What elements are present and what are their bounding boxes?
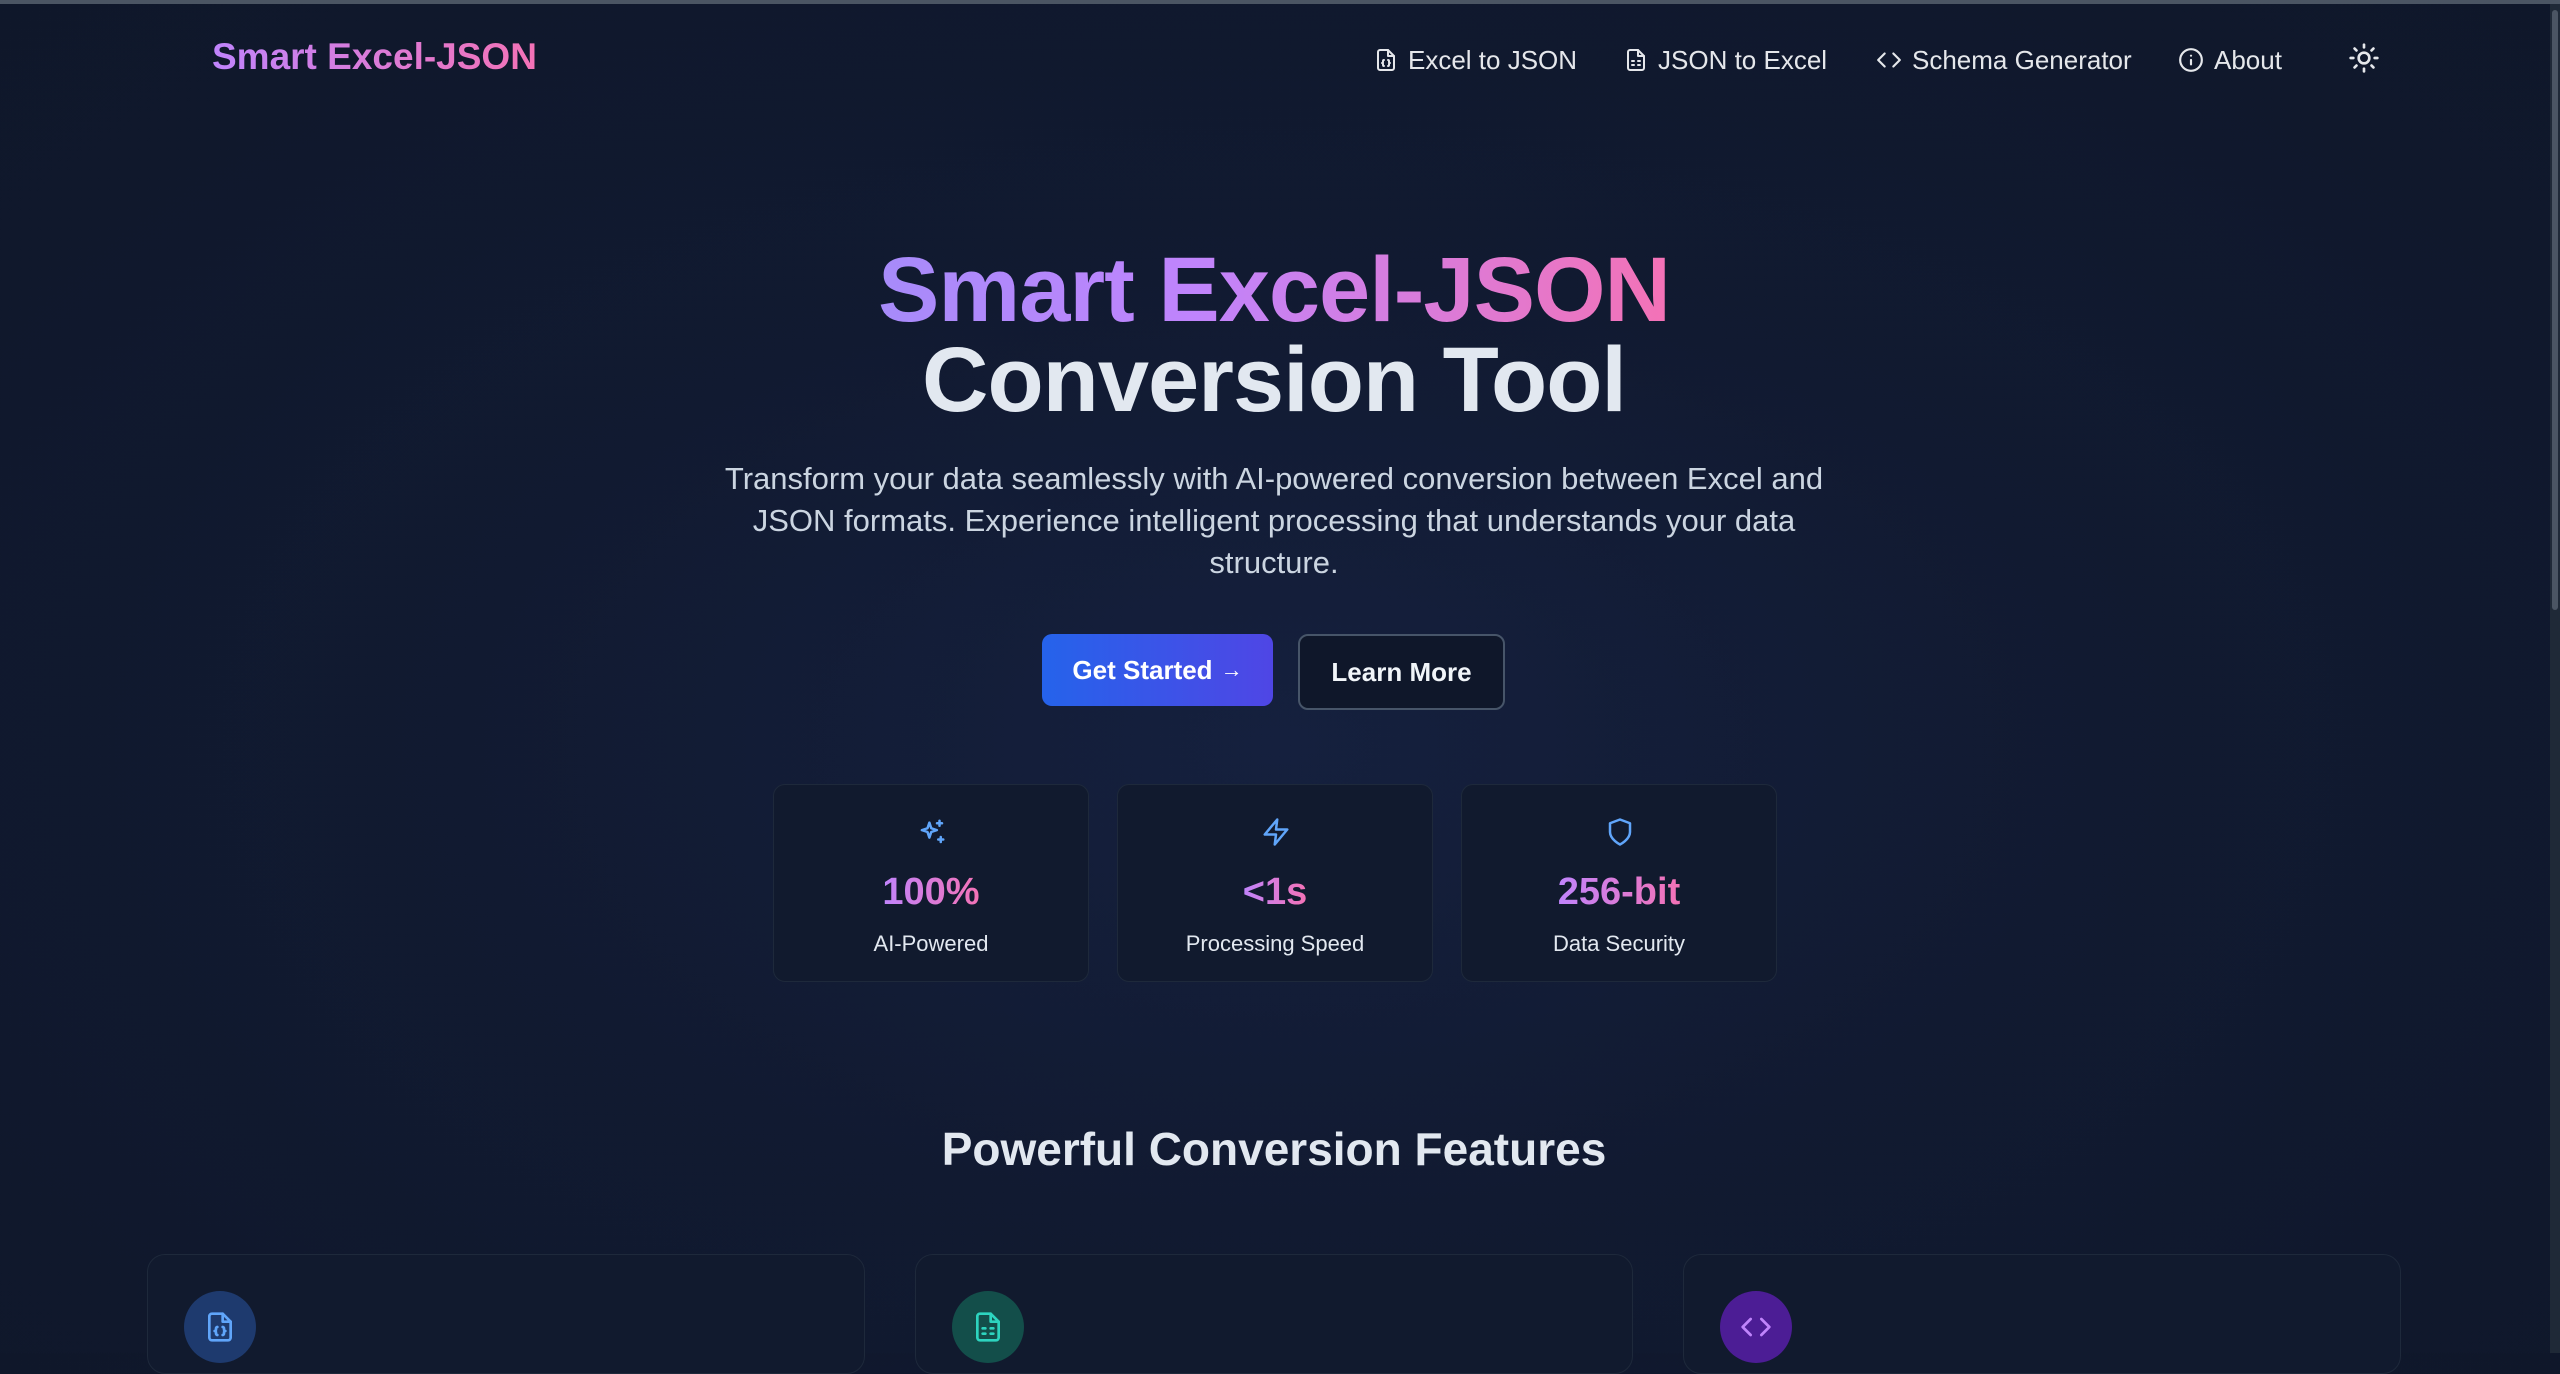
feature-icon-badge	[952, 1291, 1024, 1363]
brand-logo[interactable]: Smart Excel-JSON	[212, 36, 537, 78]
nav-json-to-excel[interactable]: JSON to Excel	[1624, 42, 1827, 78]
code-icon	[1877, 52, 1901, 68]
stat-value: 256-bit	[1557, 871, 1681, 913]
nav-excel-to-json[interactable]: Excel to JSON	[1374, 42, 1577, 78]
arrow-right-icon: →	[1220, 657, 1243, 682]
get-started-button[interactable]: Get Started →	[1042, 634, 1273, 706]
hero-title: Conversion Tool	[922, 329, 1627, 431]
nav-about-label: About	[2214, 44, 2282, 75]
stat-value: 100%	[882, 871, 980, 913]
feature-card-excel-to-json[interactable]	[147, 1254, 865, 1374]
file-spreadsheet-icon	[1627, 49, 1645, 71]
stat-card-speed: <1s Processing Speed	[1117, 784, 1433, 982]
feature-icon-badge	[1720, 1291, 1792, 1363]
theme-toggle-button[interactable]	[2348, 42, 2380, 74]
shield-icon	[1608, 818, 1632, 846]
nav-about[interactable]: About	[2178, 42, 2282, 78]
scrollbar-thumb[interactable]	[2552, 10, 2558, 610]
feature-card-json-to-excel[interactable]	[915, 1254, 1633, 1374]
top-navigation: Smart Excel-JSON Excel to JSON JSON to E…	[0, 4, 2550, 114]
nav-excel-to-json-label: Excel to JSON	[1408, 44, 1578, 75]
info-icon	[2179, 48, 2203, 72]
sparkles-icon	[920, 819, 945, 844]
learn-more-button[interactable]: Learn More	[1298, 634, 1505, 710]
get-started-label: Get Started	[1072, 654, 1213, 685]
nav-schema-generator-label: Schema Generator	[1912, 44, 2132, 75]
stat-label: AI-Powered	[873, 931, 989, 956]
code-icon	[1741, 1317, 1771, 1337]
stat-label: Data Security	[1552, 931, 1686, 956]
file-json-icon	[1377, 49, 1395, 71]
nav-schema-generator[interactable]: Schema Generator	[1876, 42, 2132, 78]
file-json-icon	[208, 1312, 232, 1342]
feature-card-schema-generator[interactable]	[1683, 1254, 2401, 1374]
nav-json-to-excel-label: JSON to Excel	[1658, 44, 1828, 75]
file-spreadsheet-icon	[976, 1312, 1000, 1342]
stat-label: Processing Speed	[1185, 931, 1365, 956]
stat-card-ai: 100% AI-Powered	[773, 784, 1089, 982]
hero-subtitle: Transform your data seamlessly with AI-p…	[724, 461, 1824, 580]
stat-card-security: 256-bit Data Security	[1461, 784, 1777, 982]
learn-more-label: Learn More	[1331, 656, 1472, 687]
feature-icon-badge	[184, 1291, 256, 1363]
stat-value: <1s	[1242, 871, 1308, 913]
lightning-icon	[1263, 818, 1289, 846]
sun-icon	[2349, 43, 2379, 73]
features-heading: Powerful Conversion Features	[941, 1123, 1607, 1175]
